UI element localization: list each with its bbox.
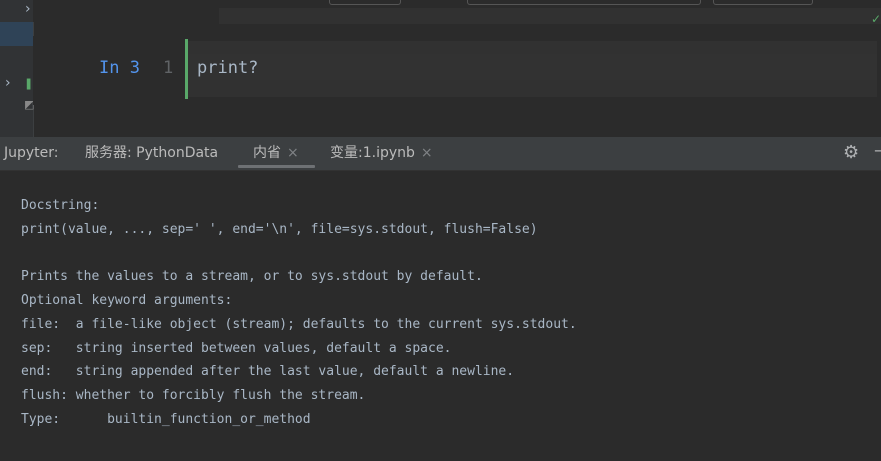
gear-icon[interactable]: ⚙ — [843, 143, 859, 163]
check-icon: ✓ — [870, 12, 881, 26]
jupyter-label: Jupyter: — [4, 145, 59, 161]
doc-line: sep: string inserted between values, def… — [21, 341, 452, 356]
notebook-toolbar: ✓ — [33, 0, 881, 26]
doc-line: flush: whether to forcibly flush the str… — [21, 388, 366, 403]
toolbar-field[interactable] — [713, 0, 813, 5]
toolbar-field[interactable] — [467, 0, 701, 5]
doc-line: file: a file-like object (stream); defau… — [21, 317, 577, 332]
code-cell[interactable]: In 3 1 print? — [33, 36, 881, 105]
doc-line: end: string appended after the last valu… — [21, 364, 515, 379]
close-icon[interactable]: × — [421, 145, 433, 161]
toolbar-field[interactable] — [329, 0, 401, 5]
tab-server[interactable]: 服务器: PythonData — [85, 137, 218, 170]
notebook-editor: › › ❚❚ ◩ ✓ In 3 1 print? — [0, 0, 881, 137]
doc-line: Type: builtin_function_or_method — [21, 412, 311, 427]
doc-line: Docstring: — [21, 198, 100, 213]
minus-icon[interactable]: – — [874, 140, 881, 161]
chevron-right-icon[interactable]: › — [25, 2, 31, 16]
doc-line: Prints the values to a stream, or to sys… — [21, 269, 483, 284]
cell-selection-bar — [185, 39, 188, 99]
editor-gutter: › › ❚❚ ◩ — [0, 0, 42, 137]
active-tab-indicator — [238, 165, 315, 168]
tab-variables[interactable]: 变量:1.ipynb × — [330, 137, 433, 170]
introspection-panel: Docstring: print(value, ..., sep=' ', en… — [0, 171, 881, 461]
cell-code[interactable]: print? — [197, 58, 258, 78]
close-icon[interactable]: × — [287, 145, 299, 161]
gutter-selection — [0, 22, 33, 46]
tab-introspection-label: 内省 — [253, 145, 281, 161]
doc-line: Optional keyword arguments: — [21, 293, 233, 308]
cell-prompt: In 3 — [99, 58, 140, 78]
doc-line: print(value, ..., sep=' ', end='\n', fil… — [21, 222, 538, 237]
current-line-highlight — [189, 54, 877, 80]
previous-cell[interactable] — [219, 8, 881, 24]
tool-window-tabstrip: Jupyter: 服务器: PythonData 内省 × 变量:1.ipynb × — [0, 137, 881, 171]
tab-variables-label: 变量:1.ipynb — [330, 145, 415, 161]
line-number: 1 — [163, 58, 174, 78]
chevron-right-icon[interactable]: › — [5, 76, 11, 90]
